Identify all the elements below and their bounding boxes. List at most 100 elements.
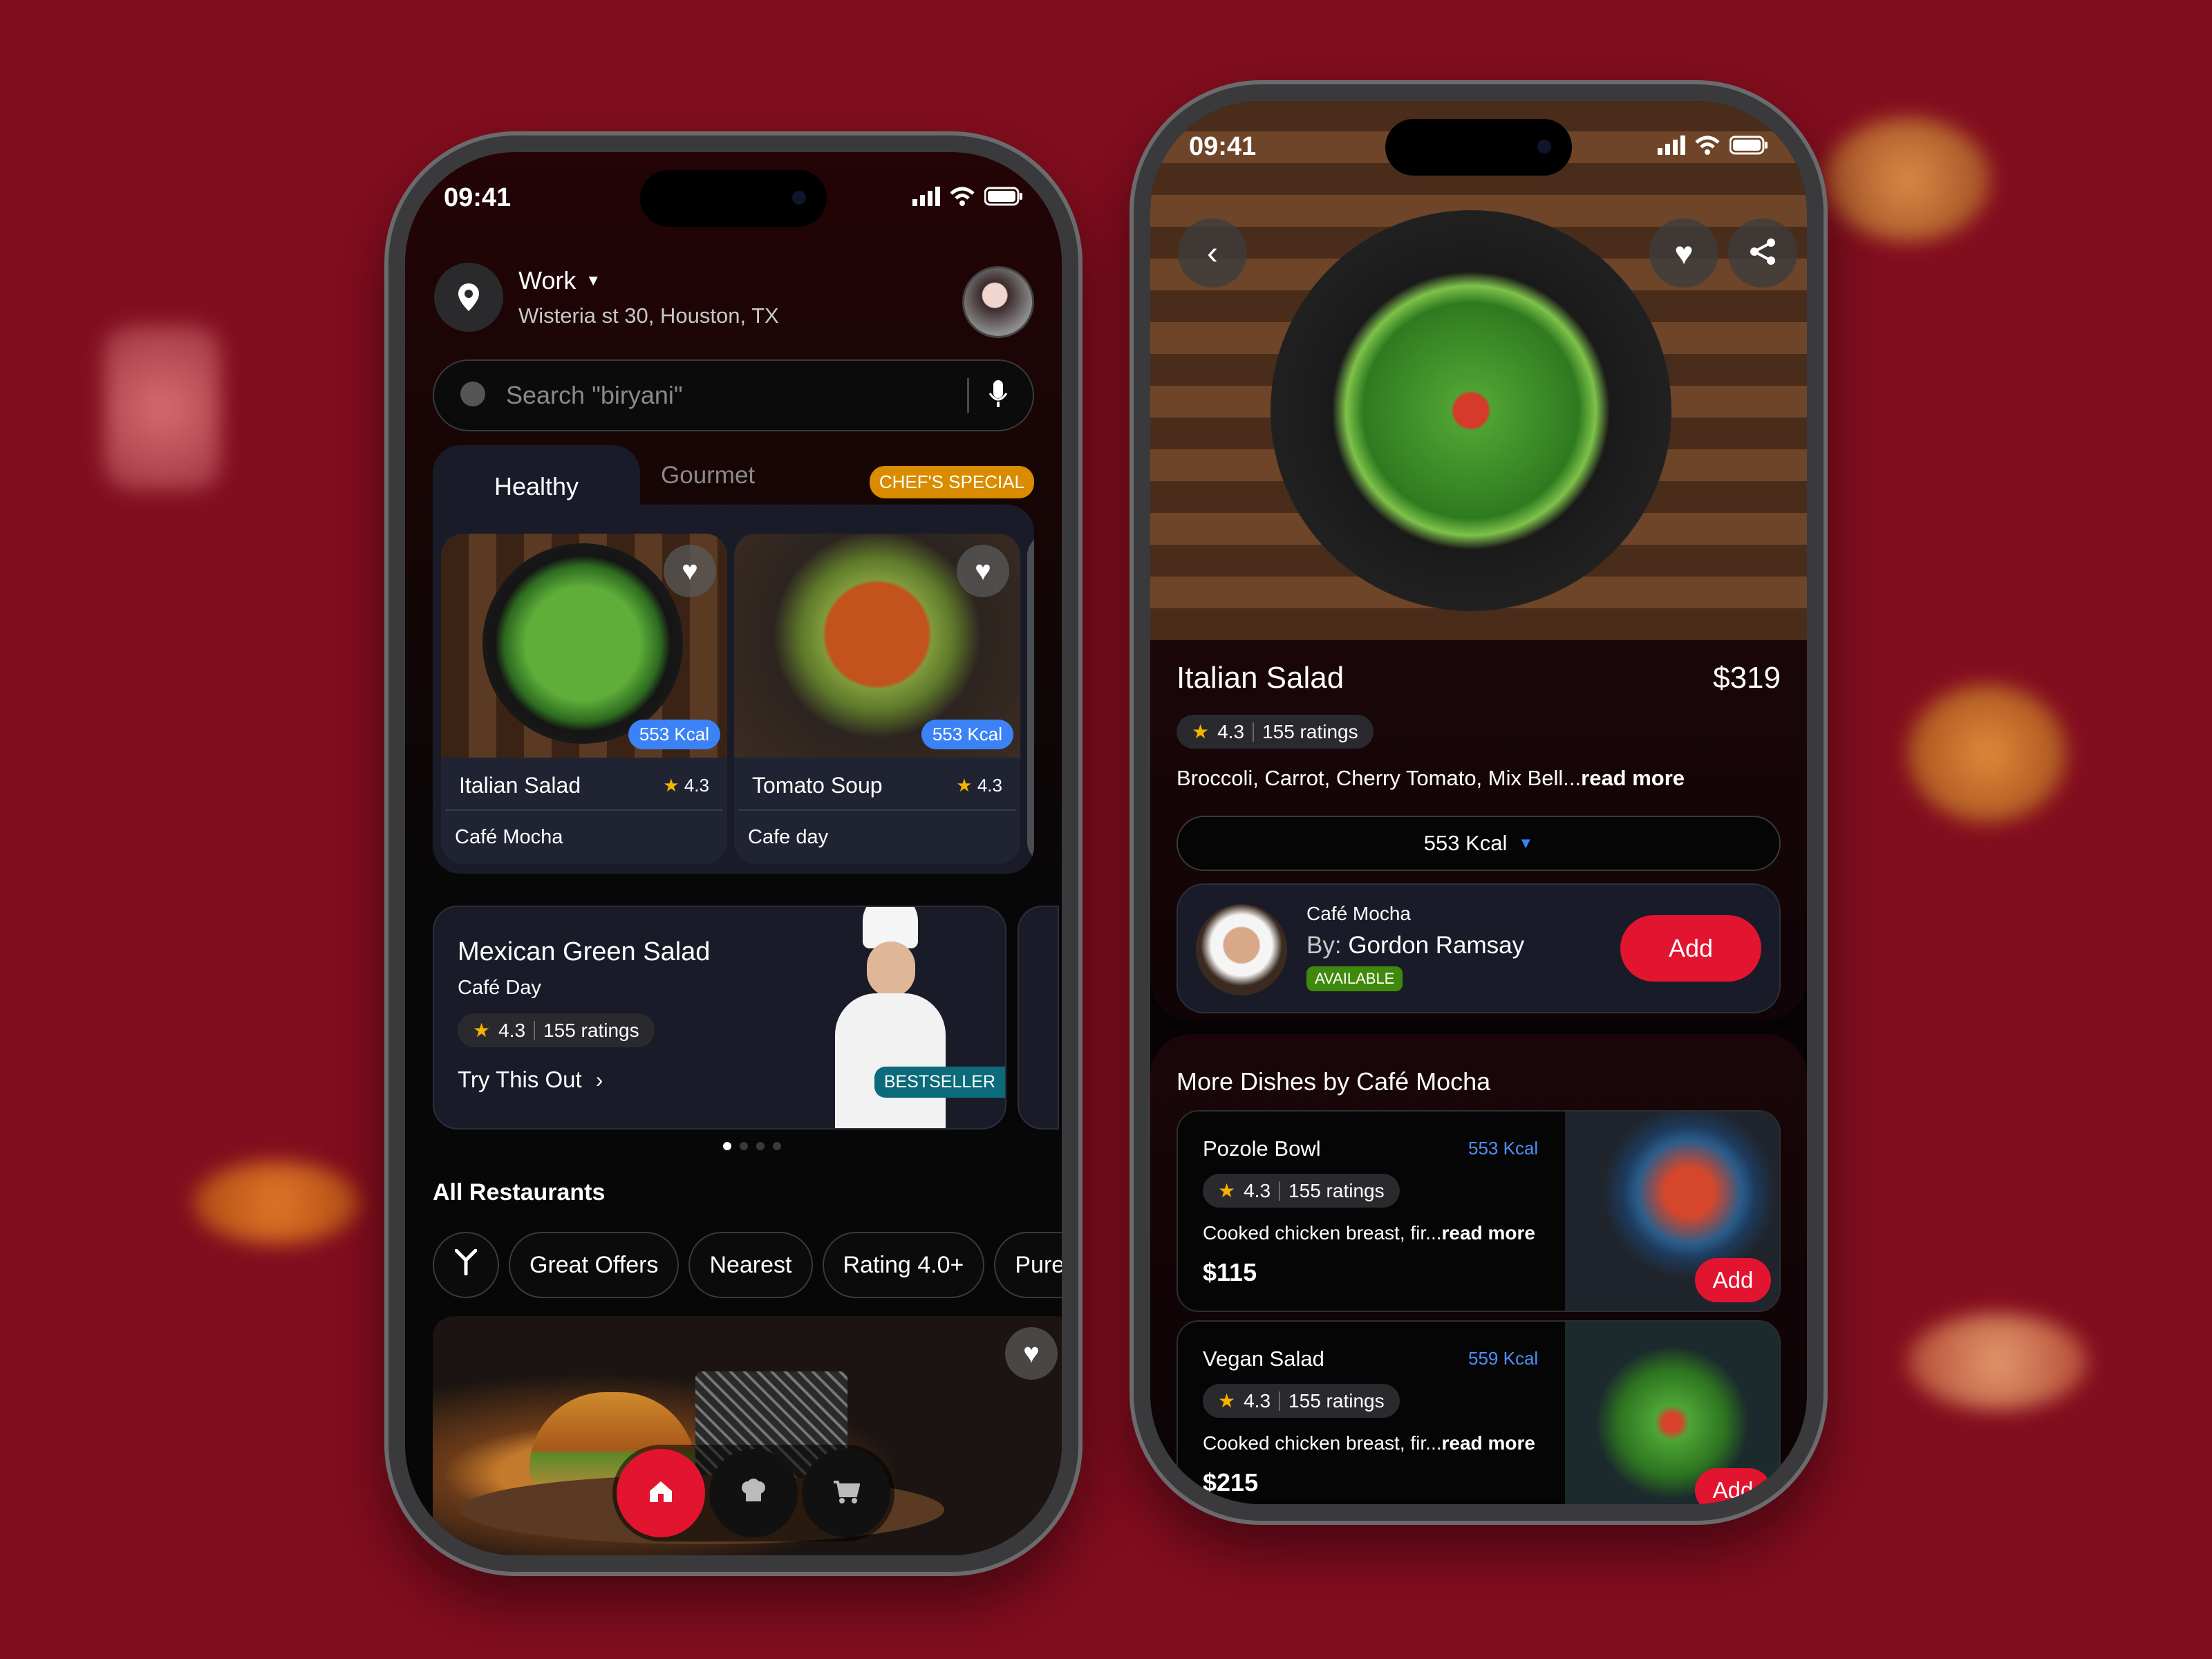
- home-screen: 09:41 Work ▼ Wisteria st 30, Houston, TX: [405, 152, 1062, 1555]
- dish-detail-screen: 09:41 ‹ ♥ Italian Salad $319 ★ 4.3 155 r…: [1150, 101, 1807, 1504]
- food-card-tomato-soup[interactable]: ♥ 553 Kcal Tomato Soup ★ 4.3 Cafe day: [734, 534, 1020, 864]
- back-button[interactable]: ‹: [1178, 218, 1247, 288]
- avatar[interactable]: [962, 266, 1034, 338]
- blurred-burger-image: [1908, 684, 2067, 823]
- read-more-link[interactable]: read more: [1581, 766, 1685, 790]
- section-title: All Restaurants: [433, 1179, 606, 1206]
- dish-kcal: 559 Kcal: [1468, 1348, 1539, 1369]
- try-this-out-link[interactable]: Try This Out ›: [458, 1067, 710, 1093]
- dish-name: Vegan Salad: [1203, 1347, 1324, 1371]
- chevron-down-icon[interactable]: ▼: [585, 272, 601, 290]
- try-this-out-label: Try This Out: [458, 1067, 582, 1092]
- star-icon: ★: [663, 775, 679, 796]
- chef-nav-button[interactable]: [709, 1449, 798, 1537]
- dish-rating: 4.3: [1244, 1389, 1271, 1412]
- dish-rating: 4.3: [1217, 720, 1245, 742]
- add-button[interactable]: Add: [1620, 915, 1761, 982]
- dish-desc: Cooked chicken breast, fir...: [1203, 1222, 1442, 1244]
- add-button[interactable]: Add: [1695, 1258, 1771, 1302]
- dish-price: $215: [1203, 1468, 1259, 1497]
- read-more-link[interactable]: read more: [1442, 1222, 1535, 1244]
- search-input[interactable]: Search "biryani": [506, 381, 948, 410]
- filter-sort-button[interactable]: [433, 1232, 499, 1298]
- favorite-heart-icon[interactable]: ♥: [664, 545, 716, 597]
- promo-card-partial[interactable]: [1018, 906, 1059, 1130]
- card-title: Italian Salad: [459, 773, 581, 798]
- status-bar: 09:41: [444, 177, 1023, 218]
- italian-salad-image: ♥ 553 Kcal: [441, 534, 727, 758]
- blurred-hotdog-image: [194, 1161, 359, 1244]
- tab-gourmet-label: Gourmet: [661, 462, 756, 489]
- dish-list-item-pozole[interactable]: Pozole Bowl 553 Kcal ★ 4.3 155 ratings C…: [1177, 1110, 1781, 1312]
- chevron-right-icon: ›: [595, 1067, 603, 1092]
- star-icon: ★: [956, 775, 973, 796]
- status-bar: 09:41: [1189, 126, 1768, 167]
- favorite-heart-icon[interactable]: ♥: [957, 545, 1009, 597]
- home-nav-button[interactable]: [617, 1449, 705, 1537]
- card-place: Cafe day: [748, 826, 829, 848]
- chefs-special-badge[interactable]: CHEF'S SPECIAL: [869, 466, 1034, 498]
- blurred-drink-image: [104, 325, 221, 491]
- left-phone: 09:41 Work ▼ Wisteria st 30, Houston, TX: [384, 131, 1082, 1576]
- bestseller-badge: BESTSELLER: [874, 1067, 1005, 1098]
- card-rating: 4.3: [684, 775, 709, 796]
- home-icon: [647, 1479, 675, 1508]
- pagination-dot[interactable]: [756, 1142, 765, 1150]
- chef-name: Gordon Ramsay: [1348, 932, 1525, 959]
- location-header[interactable]: Work ▼ Wisteria st 30, Houston, TX: [434, 263, 779, 332]
- location-pin-icon: [434, 263, 503, 332]
- dish-kcal: 553 Kcal: [1468, 1138, 1539, 1159]
- favorite-heart-icon[interactable]: ♥: [1005, 1327, 1058, 1380]
- signal-icon: [1658, 132, 1685, 162]
- filter-icon: [454, 1248, 478, 1282]
- promo-place: Café Day: [458, 977, 541, 999]
- location-address: Wisteria st 30, Houston, TX: [518, 303, 779, 328]
- carousel-panel: ♥ 553 Kcal Italian Salad ★ 4.3 Café Moch…: [433, 505, 1034, 874]
- pagination-dot-active[interactable]: [723, 1142, 731, 1150]
- kcal-badge: 553 Kcal: [921, 720, 1013, 749]
- filter-rating[interactable]: Rating 4.0+: [822, 1232, 985, 1298]
- search-bar[interactable]: Search "biryani": [433, 359, 1034, 431]
- tomato-soup-image: ♥ 553 Kcal: [734, 534, 1020, 758]
- promo-card[interactable]: Mexican Green Salad Café Day ★ 4.3 155 r…: [433, 906, 1006, 1130]
- add-button[interactable]: Add: [1695, 1468, 1771, 1504]
- dish-ratings-count: 155 ratings: [1288, 1179, 1385, 1201]
- kcal-dropdown[interactable]: 553 Kcal ▼: [1177, 816, 1781, 871]
- star-icon: ★: [1192, 721, 1210, 742]
- tab-gourmet[interactable]: Gourmet: [661, 462, 755, 489]
- star-icon: ★: [473, 1020, 491, 1041]
- signal-icon: [912, 183, 940, 213]
- cart-nav-button[interactable]: [802, 1449, 890, 1537]
- kcal-badge: 553 Kcal: [628, 720, 720, 749]
- filter-nearest[interactable]: Nearest: [688, 1232, 813, 1298]
- tab-healthy-label: Healthy: [494, 472, 579, 500]
- pagination-dot[interactable]: [740, 1142, 748, 1150]
- status-time: 09:41: [444, 182, 512, 212]
- share-button[interactable]: [1728, 218, 1797, 288]
- read-more-link[interactable]: read more: [1442, 1432, 1535, 1454]
- filter-great-offers[interactable]: Great Offers: [509, 1232, 679, 1298]
- dish-price: $319: [1713, 661, 1781, 695]
- food-card-italian-salad[interactable]: ♥ 553 Kcal Italian Salad ★ 4.3 Café Moch…: [441, 534, 727, 864]
- dish-list-item-vegan[interactable]: Vegan Salad 559 Kcal ★ 4.3 155 ratings C…: [1177, 1320, 1781, 1504]
- right-phone: 09:41 ‹ ♥ Italian Salad $319 ★ 4.3 155 r…: [1130, 80, 1828, 1525]
- pagination-dot[interactable]: [773, 1142, 781, 1150]
- dish-ingredients: Broccoli, Carrot, Cherry Tomato, Mix Bel…: [1177, 766, 1582, 790]
- kcal-value: 553 Kcal: [1423, 831, 1508, 855]
- card-place: Café Mocha: [455, 826, 563, 848]
- dish-title: Italian Salad: [1177, 661, 1344, 695]
- star-icon: ★: [1218, 1390, 1236, 1412]
- dish-name: Pozole Bowl: [1203, 1136, 1321, 1161]
- food-card-partial[interactable]: [1027, 534, 1034, 864]
- wifi-icon: [1695, 132, 1720, 162]
- promo-title: Mexican Green Salad: [458, 937, 711, 966]
- promo-rating-pill: ★ 4.3 155 ratings: [458, 1013, 655, 1047]
- bottom-navigation: [612, 1445, 894, 1541]
- chef-hat-icon: [739, 1478, 768, 1509]
- dish-ratings-count: 155 ratings: [1288, 1389, 1385, 1412]
- dish-ratings-count: 155 ratings: [1262, 720, 1358, 742]
- favorite-button[interactable]: ♥: [1649, 218, 1718, 288]
- dish-rating: 4.3: [1244, 1179, 1271, 1201]
- filter-pure-veg[interactable]: Pure Ve: [994, 1232, 1062, 1298]
- microphone-icon[interactable]: [988, 379, 1008, 412]
